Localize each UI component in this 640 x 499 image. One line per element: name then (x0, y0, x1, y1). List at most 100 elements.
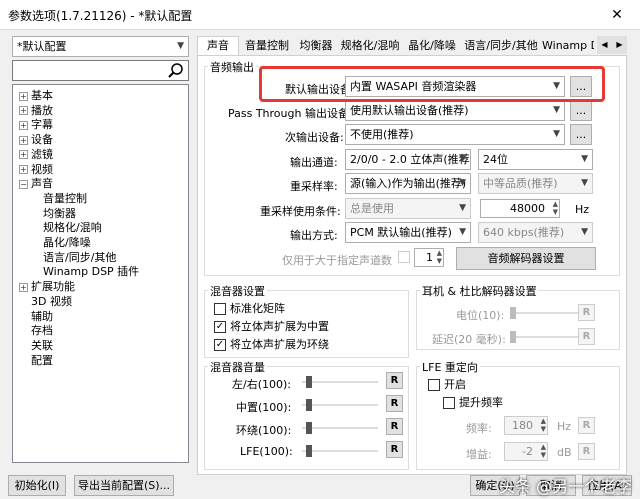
tree-item[interactable]: 辅助 (19, 309, 53, 324)
reset-button[interactable]: R (578, 328, 595, 345)
tree-item[interactable]: 音量控制 (43, 191, 87, 206)
headphone-delay-slider[interactable] (510, 329, 580, 345)
checkbox[interactable] (443, 397, 455, 409)
settings-tree[interactable]: + 基本 + 播放 + 字幕 + 设备 + 滤镜 + 视频 − 声音 音量控制 均衡器 规格化/混响 晶化/降噪语… (12, 84, 189, 463)
collapse-icon[interactable]: − (19, 179, 28, 189)
surround-volume-slider[interactable] (302, 420, 378, 436)
tree-item[interactable]: 配置 (19, 353, 53, 368)
spinner-arrows-icon[interactable]: ▲ ▼ (553, 200, 558, 216)
search-input[interactable] (12, 60, 189, 81)
checkbox-checked[interactable]: ✓ (214, 321, 226, 333)
passthrough-more-button[interactable]: ... (570, 100, 592, 121)
tree-item-label: 晶化/降噪 (43, 236, 91, 249)
reset-button[interactable]: R (578, 443, 595, 460)
tree-item[interactable]: − 声音 (19, 176, 53, 191)
lfe-enable-option[interactable]: 开启 (428, 376, 466, 392)
secondary-device-more-button[interactable]: ... (570, 124, 592, 145)
tree-item[interactable]: + 扩展功能 (19, 279, 75, 294)
tree-item[interactable]: Winamp DSP 插件 (43, 264, 139, 279)
resample-select[interactable]: 源(输入)作为输出(推荐) ▼ (345, 173, 471, 194)
mixer-volume-title: 混音器音量 (208, 359, 267, 375)
center-volume-slider[interactable] (302, 397, 378, 413)
tree-item[interactable]: 存档 (19, 323, 53, 338)
sample-rate-spinner[interactable]: 48000 ▲ ▼ (480, 199, 560, 218)
lfe-gain-spinner[interactable]: -2 ▲ ▼ (504, 442, 548, 461)
spinner-arrows-icon[interactable]: ▲ ▼ (541, 417, 546, 433)
lr-volume-label: 左/右(100): (232, 378, 291, 391)
tab-language-sync[interactable]: 语言/同步/其他 (463, 36, 539, 56)
reset-button[interactable]: R (578, 417, 595, 434)
tree-item[interactable]: + 滤镜 (19, 147, 53, 162)
stereo-to-center-option[interactable]: ✓ 将立体声扩展为中置 (214, 318, 329, 334)
checkbox[interactable] (428, 379, 440, 391)
spinner-arrows-icon[interactable]: ▲ ▼ (437, 249, 442, 265)
lfe-frequency-spinner[interactable]: 180 ▲ ▼ (504, 416, 548, 435)
tab-crystalize[interactable]: 晶化/降噪 (403, 36, 461, 56)
tree-item[interactable]: 均衡器 (43, 206, 76, 221)
reset-button[interactable]: R (578, 304, 595, 321)
channel-count-spinner[interactable]: 1 ▲ ▼ (414, 248, 444, 267)
bitrate-value: 640 kbps(推荐) (483, 226, 565, 239)
expand-icon[interactable]: + (19, 91, 28, 101)
tab-equalizer[interactable]: 均衡器 (295, 36, 337, 56)
headphone-level-slider[interactable] (510, 305, 580, 321)
tree-item[interactable]: + 视频 (19, 162, 53, 177)
tree-item[interactable]: + 设备 (19, 132, 53, 147)
channels-select[interactable]: 2/0/0 - 2.0 立体声(推荐) ▼ (345, 149, 471, 170)
lr-volume-slider[interactable] (302, 374, 378, 390)
lfe-gain-unit: dB (557, 446, 572, 459)
secondary-device-select[interactable]: 不使用(推荐) ▼ (345, 124, 565, 145)
output-method-select[interactable]: PCM 默认输出(推荐) ▼ (345, 222, 471, 243)
lfe-volume-slider[interactable] (302, 443, 378, 459)
bitrate-select[interactable]: 640 kbps(推荐) ▼ (478, 222, 593, 243)
bit-depth-select[interactable]: 24位 ▼ (478, 149, 593, 170)
tab-label: 语言/同步/其他 (464, 39, 538, 52)
tree-item[interactable]: 3D 视频 (19, 294, 72, 309)
expand-icon[interactable]: + (19, 135, 28, 145)
quality-select[interactable]: 中等品质(推荐) ▼ (478, 173, 593, 194)
reset-button[interactable]: R (386, 441, 403, 458)
only-when-checkbox[interactable] (398, 251, 410, 263)
passthrough-select[interactable]: 使用默认输出设备(推荐) ▼ (345, 100, 565, 121)
lfe-gain-value: -2 (522, 445, 533, 458)
tab-sound[interactable]: 声音 (197, 36, 239, 57)
reset-button[interactable]: R (386, 372, 403, 389)
stereo-to-surround-option[interactable]: ✓ 将立体声扩展为环绕 (214, 336, 329, 352)
tab-scroll-left-icon[interactable]: ◀ (597, 36, 612, 54)
tree-item[interactable]: + 基本 (19, 88, 53, 103)
expand-icon[interactable]: + (19, 106, 28, 116)
audio-output-title: 音频输出 (208, 59, 256, 75)
expand-icon[interactable]: + (19, 165, 28, 174)
tree-item[interactable]: + 播放 (19, 103, 53, 118)
profile-select[interactable]: *默认配置 ▼ (12, 36, 189, 57)
resample-condition-select[interactable]: 总是使用 ▼ (345, 198, 471, 219)
tab-winamp[interactable]: Winamp D (541, 36, 595, 56)
search-icon[interactable] (167, 62, 185, 80)
expand-icon[interactable]: + (19, 120, 28, 130)
checkbox-checked[interactable]: ✓ (214, 339, 226, 351)
tab-volume[interactable]: 音量控制 (241, 36, 293, 56)
close-icon[interactable]: ✕ (594, 0, 640, 30)
audio-decoder-settings-button[interactable]: 音频解码器设置 (456, 247, 596, 270)
spinner-arrows-icon[interactable]: ▲ ▼ (541, 443, 546, 459)
window-title: 参数选项(1.7.21126) - *默认配置 (8, 9, 193, 23)
watermark: 头条 @另一个老李 (498, 477, 632, 496)
lfe-boost-option[interactable]: 提升频率 (443, 394, 503, 410)
init-button[interactable]: 初始化(I) (8, 475, 66, 496)
tree-item[interactable]: 晶化/降噪 (43, 235, 91, 250)
tree-item[interactable]: + 字幕 (19, 117, 53, 132)
tab-scroll-right-icon[interactable]: ▶ (612, 36, 627, 54)
checkbox[interactable] (214, 303, 226, 315)
tree-item[interactable]: 语言/同步/其他 (43, 250, 116, 265)
title-bar: 参数选项(1.7.21126) - *默认配置 ✕ (0, 0, 640, 30)
reset-button[interactable]: R (386, 418, 403, 435)
expand-icon[interactable]: + (19, 150, 28, 160)
tab-normalize[interactable]: 规格化/混响 (339, 36, 401, 56)
normalize-matrix-option[interactable]: 标准化矩阵 (214, 300, 285, 316)
tree-item[interactable]: 规格化/混响 (43, 220, 102, 235)
export-config-button[interactable]: 导出当前配置(S)... (74, 475, 174, 496)
option-label: 将立体声扩展为环绕 (230, 338, 329, 351)
reset-button[interactable]: R (386, 395, 403, 412)
expand-icon[interactable]: + (19, 282, 28, 292)
tree-item[interactable]: 关联 (19, 338, 53, 353)
